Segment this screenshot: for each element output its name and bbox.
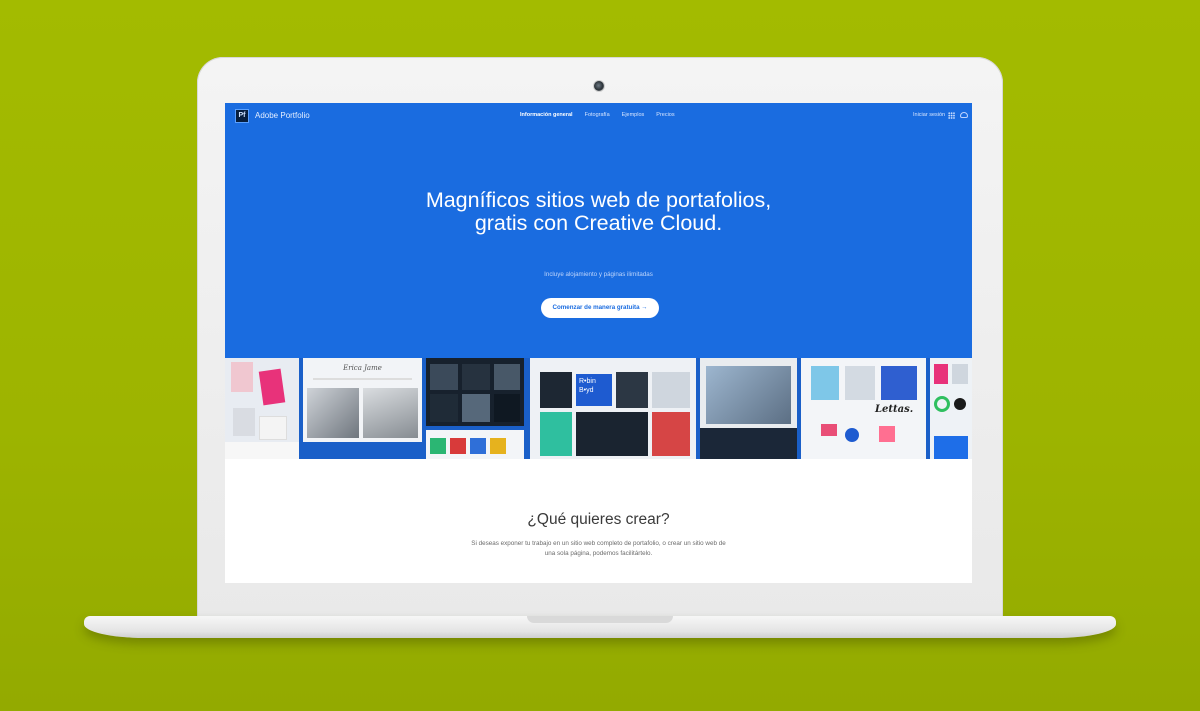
nav-links: Información general Fotografía Ejemplos … <box>520 112 675 118</box>
signin-link[interactable]: Iniciar sesión <box>913 112 945 118</box>
top-nav: Pf Adobe Portfolio Información general F… <box>225 103 972 129</box>
robin-boyd-text: R•bin B•yd <box>576 374 612 406</box>
lettering-text: Lettas. <box>875 404 914 415</box>
hero-section: Pf Adobe Portfolio Información general F… <box>225 103 972 459</box>
thumb-robin-boyd[interactable]: R•bin B•yd <box>530 358 696 459</box>
thumb-architecture[interactable] <box>700 358 797 459</box>
hero-subtitle: Incluye alojamiento y páginas ilimitadas <box>544 271 653 278</box>
laptop-screen: Pf Adobe Portfolio Información general F… <box>225 103 972 583</box>
section-title: ¿Qué quieres crear? <box>527 511 670 528</box>
apps-grid-icon[interactable] <box>948 112 955 119</box>
hero-title: Magníficos sitios web de portafolios, gr… <box>425 188 772 235</box>
portfolio-logo-icon[interactable]: Pf <box>235 109 249 123</box>
nav-link-pricing[interactable]: Precios <box>656 112 674 118</box>
thumb-green-icons[interactable] <box>930 358 972 459</box>
thumb-colorful-grid[interactable] <box>426 430 524 459</box>
thumb-dark-objects[interactable] <box>426 358 524 426</box>
thumb-lettering[interactable]: Lettas. <box>801 358 926 459</box>
logo-text[interactable]: Adobe Portfolio <box>255 111 310 120</box>
nav-link-photography[interactable]: Fotografía <box>585 112 610 118</box>
what-to-create-section: ¿Qué quieres crear? Si deseas exponer tu… <box>225 459 972 583</box>
laptop-notch <box>527 616 673 623</box>
creative-cloud-icon[interactable] <box>960 112 968 118</box>
start-free-button[interactable]: Comenzar de manera gratuita → <box>541 298 659 318</box>
portfolio-thumbnails: Erica Jame R•bin B•yd Lettas. <box>225 358 972 459</box>
thumb-pink-card[interactable] <box>225 358 299 459</box>
script-title: Erica Jame <box>343 364 382 372</box>
section-description: Si deseas exponer tu trabajo en un sitio… <box>471 540 726 557</box>
nav-link-examples[interactable]: Ejemplos <box>622 112 645 118</box>
thumb-erica-jame[interactable]: Erica Jame <box>303 358 422 459</box>
webcam <box>593 80 605 92</box>
nav-link-overview[interactable]: Información general <box>520 112 573 118</box>
